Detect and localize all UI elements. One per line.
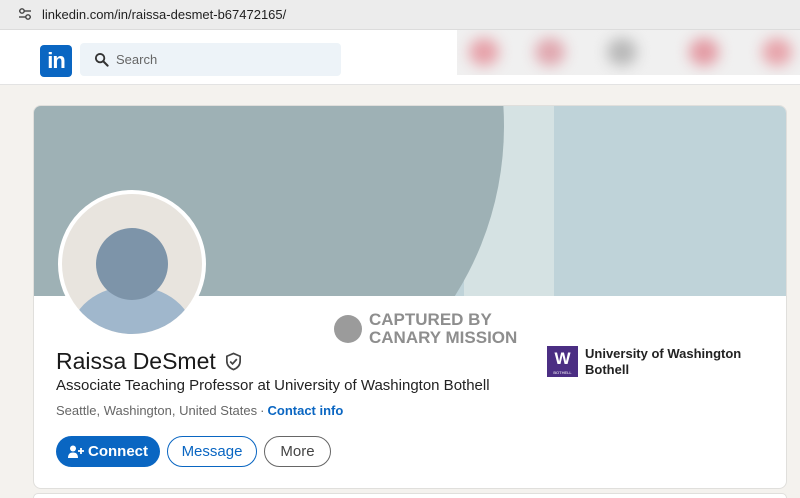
name-row: Raissa DeSmet (56, 348, 243, 375)
separator-dot: · (260, 403, 265, 418)
next-card (33, 493, 787, 498)
connect-label: Connect (88, 443, 148, 460)
profile-location: Seattle, Washington, United States (56, 403, 258, 418)
verified-shield-icon[interactable] (224, 352, 243, 371)
add-person-icon (68, 445, 84, 458)
more-button[interactable]: More (264, 436, 331, 467)
more-label: More (280, 443, 315, 460)
uw-logo-sub: BOTHELL (553, 370, 572, 375)
search-icon (94, 52, 109, 67)
message-label: Message (181, 443, 243, 460)
linkedin-logo-icon[interactable]: in (40, 45, 72, 77)
uw-logo-icon: W BOTHELL (547, 346, 578, 377)
search-box[interactable] (80, 43, 341, 76)
site-settings-icon[interactable] (17, 6, 33, 22)
canary-mission-icon (334, 315, 362, 343)
message-button[interactable]: Message (167, 436, 257, 467)
connect-button[interactable]: Connect (56, 436, 160, 467)
watermark: CAPTURED BY CANARY MISSION (334, 311, 517, 347)
profile-headline: Associate Teaching Professor at Universi… (56, 377, 490, 394)
url-text[interactable]: linkedin.com/in/raissa-desmet-b67472165/ (42, 7, 286, 22)
watermark-line-1: CAPTURED BY (369, 310, 492, 329)
location-row: Seattle, Washington, United States · Conta… (56, 403, 343, 418)
profile-card: CAPTURED BY CANARY MISSION Raissa DeSmet… (33, 105, 787, 489)
address-bar[interactable]: linkedin.com/in/raissa-desmet-b67472165/ (0, 0, 800, 30)
contact-info-link[interactable]: Contact info (267, 403, 343, 418)
profile-name: Raissa DeSmet (56, 348, 216, 374)
top-nav: in (0, 30, 800, 85)
school-name: University of Washington Bothell (585, 346, 742, 377)
blurred-nav-items (457, 30, 800, 75)
avatar[interactable] (58, 190, 206, 338)
uw-logo-letter: W (554, 349, 571, 368)
education-item[interactable]: W BOTHELL University of Washington Bothe… (547, 346, 755, 378)
watermark-line-2: CANARY MISSION (369, 328, 518, 347)
search-input[interactable] (116, 43, 336, 76)
